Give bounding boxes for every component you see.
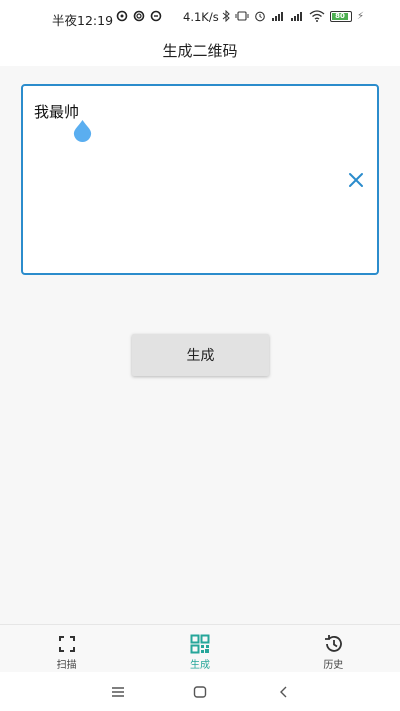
status-time: 半夜12:19	[52, 13, 114, 28]
signal-icon	[291, 12, 302, 21]
qr-code-icon	[190, 634, 210, 654]
nav-item-generate[interactable]: 生成	[133, 625, 266, 672]
notif-app-icon-1	[116, 10, 128, 22]
generate-button[interactable]: 生成	[132, 334, 269, 376]
battery-level: 80	[332, 12, 348, 20]
wifi-icon	[309, 10, 325, 22]
bottom-nav: 扫描 生成 历史	[0, 624, 400, 672]
network-speed: 4.1K/s	[183, 10, 219, 24]
system-status-icons: 80 ⚡	[222, 10, 364, 22]
charging-icon: ⚡	[357, 10, 365, 22]
home-icon[interactable]	[192, 684, 208, 700]
notif-app-icon-3	[150, 10, 162, 22]
history-icon	[325, 635, 343, 652]
nav-label-history: 历史	[323, 660, 344, 671]
notif-app-icon-2	[133, 10, 145, 22]
clear-icon[interactable]	[348, 172, 364, 188]
nav-item-history[interactable]: 历史	[267, 625, 400, 672]
notification-icons	[116, 10, 162, 22]
menu-icon[interactable]	[110, 684, 126, 700]
nav-label-generate: 生成	[189, 660, 210, 671]
nav-label-scan: 扫描	[56, 660, 77, 671]
bluetooth-icon	[222, 10, 230, 22]
back-icon[interactable]	[276, 684, 292, 700]
text-cursor-handle[interactable]	[71, 119, 94, 142]
qr-text-input[interactable]: 我最帅	[21, 84, 379, 275]
vibrate-icon	[235, 11, 249, 21]
status-bar: 半夜12:19 4.1K/s 80 ⚡	[0, 0, 400, 34]
nav-item-scan[interactable]: 扫描	[0, 625, 133, 672]
alarm-icon	[255, 11, 265, 22]
hd-signal-icon	[272, 12, 283, 21]
main-content: 我最帅 生成	[0, 66, 400, 624]
scan-icon	[58, 636, 75, 652]
battery-icon: 80	[330, 10, 352, 22]
page-title: 生成二维码	[162, 41, 238, 60]
system-nav-bar	[0, 672, 400, 711]
title-bar: 生成二维码	[0, 34, 400, 66]
